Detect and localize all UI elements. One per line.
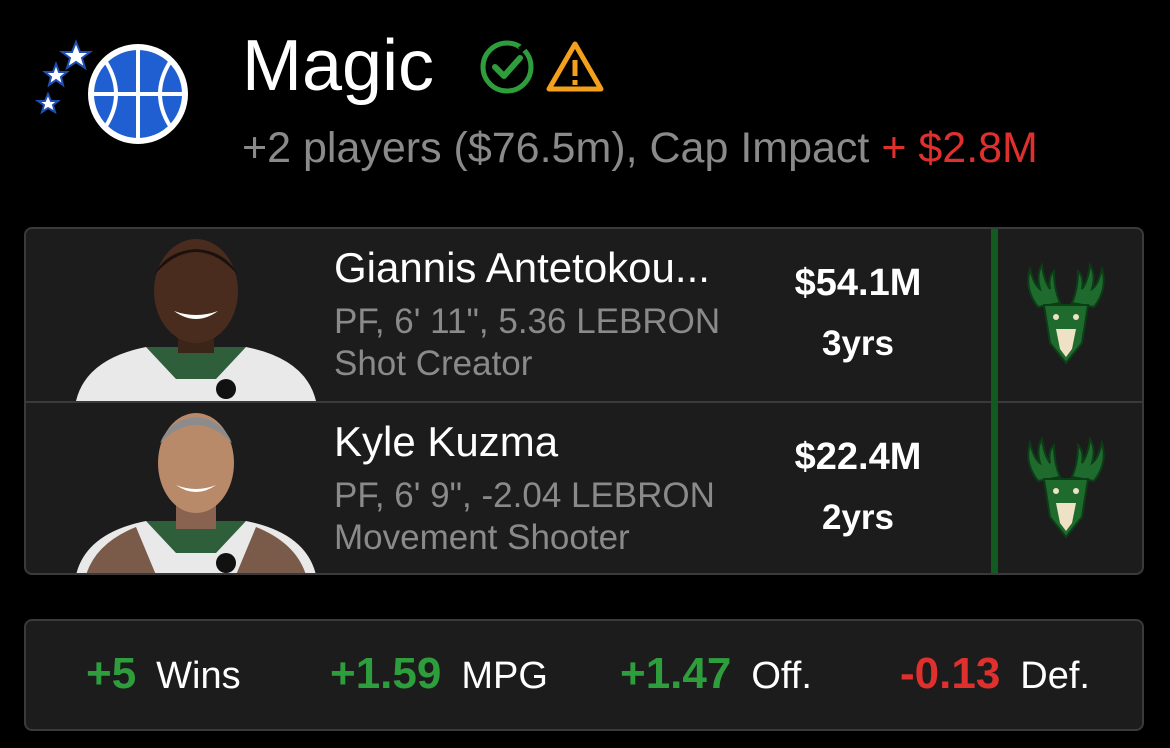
bucks-logo-icon <box>1016 259 1116 369</box>
cap-impact: + $2.8M <box>881 124 1038 172</box>
contract-years: 2yrs <box>821 498 895 537</box>
player-name: Kyle Kuzma <box>334 418 559 465</box>
warning-icon <box>544 38 606 101</box>
player-info: PF, 6' 9", -2.04 LEBRON <box>334 476 715 515</box>
player-photo <box>76 403 316 573</box>
check-circle-icon <box>478 38 538 101</box>
incoming-players-card: Giannis Antetokou... PF, 6' 11", 5.36 LE… <box>24 227 1144 575</box>
player-row[interactable]: Giannis Antetokou... PF, 6' 11", 5.36 LE… <box>26 229 1142 401</box>
stat-value: +1.47 <box>620 649 732 698</box>
stat-mpg: +1.59 MPG <box>330 649 548 699</box>
stat-label: Wins <box>156 655 241 697</box>
player-photo <box>76 229 316 401</box>
stat-value: -0.13 <box>900 649 1001 698</box>
bucks-logo-icon <box>1016 433 1116 543</box>
summary-text: +2 players ($76.5m), Cap Impact <box>242 124 882 172</box>
player-row[interactable]: Kyle Kuzma PF, 6' 9", -2.04 LEBRON Movem… <box>26 403 1142 573</box>
stat-value: +5 <box>86 649 137 698</box>
stat-label: Def. <box>1020 655 1090 697</box>
team-color-bar <box>991 229 998 573</box>
player-salary: $54.1M <box>794 262 922 304</box>
contract-years: 3yrs <box>821 324 895 363</box>
stat-label: Off. <box>751 655 812 697</box>
stat-offense: +1.47 Off. <box>620 649 812 699</box>
stat-defense: -0.13 Def. <box>900 649 1090 699</box>
player-salary: $22.4M <box>794 436 922 478</box>
player-role: Shot Creator <box>334 344 533 383</box>
player-role: Movement Shooter <box>334 518 630 557</box>
team-logo <box>34 36 194 146</box>
stat-value: +1.59 <box>330 649 442 698</box>
player-info: PF, 6' 11", 5.36 LEBRON <box>334 302 721 341</box>
stat-label: MPG <box>461 655 548 697</box>
team-summary: +2 players ($76.5m), Cap Impact + $2.8M <box>242 123 1038 173</box>
player-name: Giannis Antetokou... <box>334 244 710 291</box>
team-name: Magic <box>242 26 435 106</box>
stat-wins: +5 Wins <box>86 649 241 699</box>
impact-stats-card: +5 Wins +1.59 MPG +1.47 Off. -0.13 Def. <box>24 619 1144 731</box>
status-icons <box>478 38 606 101</box>
